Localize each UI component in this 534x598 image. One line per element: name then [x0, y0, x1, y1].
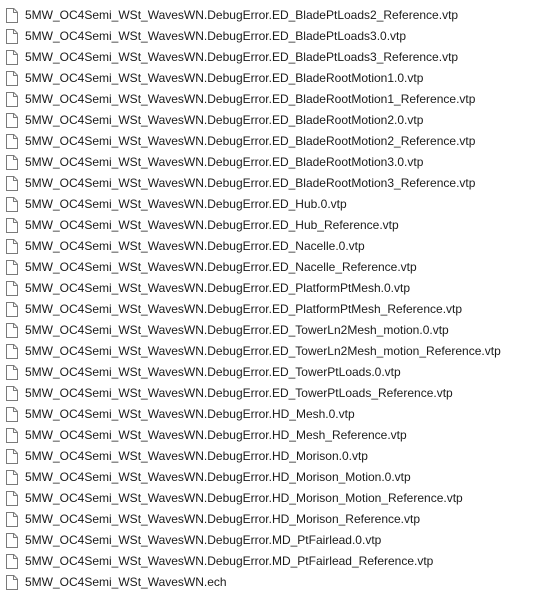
file-name: 5MW_OC4Semi_WSt_WavesWN.DebugError.ED_Pl… — [25, 302, 463, 316]
file-icon — [6, 260, 18, 275]
file-list-item[interactable]: 5MW_OC4Semi_WSt_WavesWN.DebugError.HD_Mo… — [0, 467, 534, 488]
file-list-item[interactable]: 5MW_OC4Semi_WSt_WavesWN.DebugError.ED_Bl… — [0, 110, 534, 131]
file-list-item[interactable]: 5MW_OC4Semi_WSt_WavesWN.DebugError.HD_Me… — [0, 404, 534, 425]
file-name: 5MW_OC4Semi_WSt_WavesWN.DebugError.MD_Pt… — [25, 554, 434, 568]
file-name: 5MW_OC4Semi_WSt_WavesWN.ech — [25, 575, 227, 589]
file-name: 5MW_OC4Semi_WSt_WavesWN.DebugError.ED_Bl… — [25, 50, 459, 64]
file-list-item[interactable]: 5MW_OC4Semi_WSt_WavesWN.ech — [0, 572, 534, 593]
file-name: 5MW_OC4Semi_WSt_WavesWN.DebugError.ED_Bl… — [25, 113, 424, 127]
file-list-item[interactable]: 5MW_OC4Semi_WSt_WavesWN.DebugError.HD_Mo… — [0, 509, 534, 530]
file-name: 5MW_OC4Semi_WSt_WavesWN.DebugError.ED_Na… — [25, 239, 365, 253]
file-icon — [6, 134, 18, 149]
file-list-item[interactable]: 5MW_OC4Semi_WSt_WavesWN.DebugError.ED_To… — [0, 362, 534, 383]
file-icon — [6, 176, 18, 191]
file-list-item[interactable]: 5MW_OC4Semi_WSt_WavesWN.DebugError.ED_Bl… — [0, 152, 534, 173]
file-list-item[interactable]: 5MW_OC4Semi_WSt_WavesWN.DebugError.ED_Bl… — [0, 131, 534, 152]
file-icon — [6, 113, 18, 128]
file-list-item[interactable]: 5MW_OC4Semi_WSt_WavesWN.DebugError.ED_To… — [0, 383, 534, 404]
file-list-item[interactable]: 5MW_OC4Semi_WSt_WavesWN.DebugError.ED_Bl… — [0, 26, 534, 47]
file-icon — [6, 302, 18, 317]
file-name: 5MW_OC4Semi_WSt_WavesWN.DebugError.ED_Pl… — [25, 281, 411, 295]
file-name: 5MW_OC4Semi_WSt_WavesWN.DebugError.ED_Na… — [25, 260, 417, 274]
file-list-item[interactable]: 5MW_OC4Semi_WSt_WavesWN.DebugError.ED_Hu… — [0, 194, 534, 215]
file-icon — [6, 533, 18, 548]
file-name: 5MW_OC4Semi_WSt_WavesWN.DebugError.HD_Me… — [25, 428, 407, 442]
file-list-item[interactable]: 5MW_OC4Semi_WSt_WavesWN.DebugError.HD_Me… — [0, 425, 534, 446]
file-list-item[interactable]: 5MW_OC4Semi_WSt_WavesWN.DebugError.ED_Bl… — [0, 5, 534, 26]
file-list-item[interactable]: 5MW_OC4Semi_WSt_WavesWN.DebugError.ED_Bl… — [0, 89, 534, 110]
file-name: 5MW_OC4Semi_WSt_WavesWN.DebugError.ED_Bl… — [25, 92, 476, 106]
file-name: 5MW_OC4Semi_WSt_WavesWN.DebugError.ED_Bl… — [25, 176, 476, 190]
file-icon — [6, 407, 18, 422]
file-name: 5MW_OC4Semi_WSt_WavesWN.DebugError.HD_Mo… — [25, 491, 463, 505]
file-name: 5MW_OC4Semi_WSt_WavesWN.DebugError.ED_Bl… — [25, 71, 424, 85]
file-icon — [6, 71, 18, 86]
file-name: 5MW_OC4Semi_WSt_WavesWN.DebugError.ED_Bl… — [25, 155, 424, 169]
file-name: 5MW_OC4Semi_WSt_WavesWN.DebugError.ED_Hu… — [25, 218, 399, 232]
file-name: 5MW_OC4Semi_WSt_WavesWN.DebugError.ED_Hu… — [25, 197, 347, 211]
file-list-item[interactable]: 5MW_OC4Semi_WSt_WavesWN.DebugError.ED_Bl… — [0, 68, 534, 89]
file-name: 5MW_OC4Semi_WSt_WavesWN.DebugError.ED_To… — [25, 344, 501, 358]
file-icon — [6, 92, 18, 107]
file-name: 5MW_OC4Semi_WSt_WavesWN.DebugError.ED_Bl… — [25, 8, 459, 22]
file-list-item[interactable]: 5MW_OC4Semi_WSt_WavesWN.DebugError.ED_Bl… — [0, 173, 534, 194]
file-name: 5MW_OC4Semi_WSt_WavesWN.DebugError.HD_Mo… — [25, 449, 368, 463]
file-list-item[interactable]: 5MW_OC4Semi_WSt_WavesWN.DebugError.MD_Pt… — [0, 551, 534, 572]
file-icon — [6, 239, 18, 254]
file-icon — [6, 386, 18, 401]
file-icon — [6, 344, 18, 359]
file-list-item[interactable]: 5MW_OC4Semi_WSt_WavesWN.DebugError.ED_Hu… — [0, 215, 534, 236]
file-icon — [6, 281, 18, 296]
file-icon — [6, 155, 18, 170]
file-list-item[interactable]: 5MW_OC4Semi_WSt_WavesWN.DebugError.ED_Na… — [0, 236, 534, 257]
file-icon — [6, 8, 18, 23]
file-name: 5MW_OC4Semi_WSt_WavesWN.DebugError.HD_Me… — [25, 407, 355, 421]
file-list: 5MW_OC4Semi_WSt_WavesWN.DebugError.ED_Bl… — [0, 5, 534, 593]
file-icon — [6, 218, 18, 233]
file-list-item[interactable]: 5MW_OC4Semi_WSt_WavesWN.DebugError.ED_To… — [0, 341, 534, 362]
file-list-item[interactable]: 5MW_OC4Semi_WSt_WavesWN.DebugError.MD_Pt… — [0, 530, 534, 551]
file-icon — [6, 512, 18, 527]
file-list-item[interactable]: 5MW_OC4Semi_WSt_WavesWN.DebugError.ED_Bl… — [0, 47, 534, 68]
file-list-item[interactable]: 5MW_OC4Semi_WSt_WavesWN.DebugError.HD_Mo… — [0, 446, 534, 467]
file-icon — [6, 323, 18, 338]
file-icon — [6, 197, 18, 212]
file-icon — [6, 470, 18, 485]
file-icon — [6, 554, 18, 569]
file-list-item[interactable]: 5MW_OC4Semi_WSt_WavesWN.DebugError.ED_Pl… — [0, 299, 534, 320]
file-icon — [6, 428, 18, 443]
file-list-item[interactable]: 5MW_OC4Semi_WSt_WavesWN.DebugError.ED_Na… — [0, 257, 534, 278]
file-name: 5MW_OC4Semi_WSt_WavesWN.DebugError.ED_To… — [25, 365, 401, 379]
file-name: 5MW_OC4Semi_WSt_WavesWN.DebugError.HD_Mo… — [25, 470, 411, 484]
file-name: 5MW_OC4Semi_WSt_WavesWN.DebugError.MD_Pt… — [25, 533, 382, 547]
file-icon — [6, 449, 18, 464]
file-icon — [6, 29, 18, 44]
file-list-item[interactable]: 5MW_OC4Semi_WSt_WavesWN.DebugError.ED_To… — [0, 320, 534, 341]
file-icon — [6, 575, 18, 590]
file-name: 5MW_OC4Semi_WSt_WavesWN.DebugError.HD_Mo… — [25, 512, 421, 526]
file-name: 5MW_OC4Semi_WSt_WavesWN.DebugError.ED_To… — [25, 386, 453, 400]
file-icon — [6, 365, 18, 380]
file-icon — [6, 50, 18, 65]
file-list-item[interactable]: 5MW_OC4Semi_WSt_WavesWN.DebugError.HD_Mo… — [0, 488, 534, 509]
file-name: 5MW_OC4Semi_WSt_WavesWN.DebugError.ED_To… — [25, 323, 449, 337]
file-list-item[interactable]: 5MW_OC4Semi_WSt_WavesWN.DebugError.ED_Pl… — [0, 278, 534, 299]
file-name: 5MW_OC4Semi_WSt_WavesWN.DebugError.ED_Bl… — [25, 134, 476, 148]
file-icon — [6, 491, 18, 506]
file-name: 5MW_OC4Semi_WSt_WavesWN.DebugError.ED_Bl… — [25, 29, 407, 43]
